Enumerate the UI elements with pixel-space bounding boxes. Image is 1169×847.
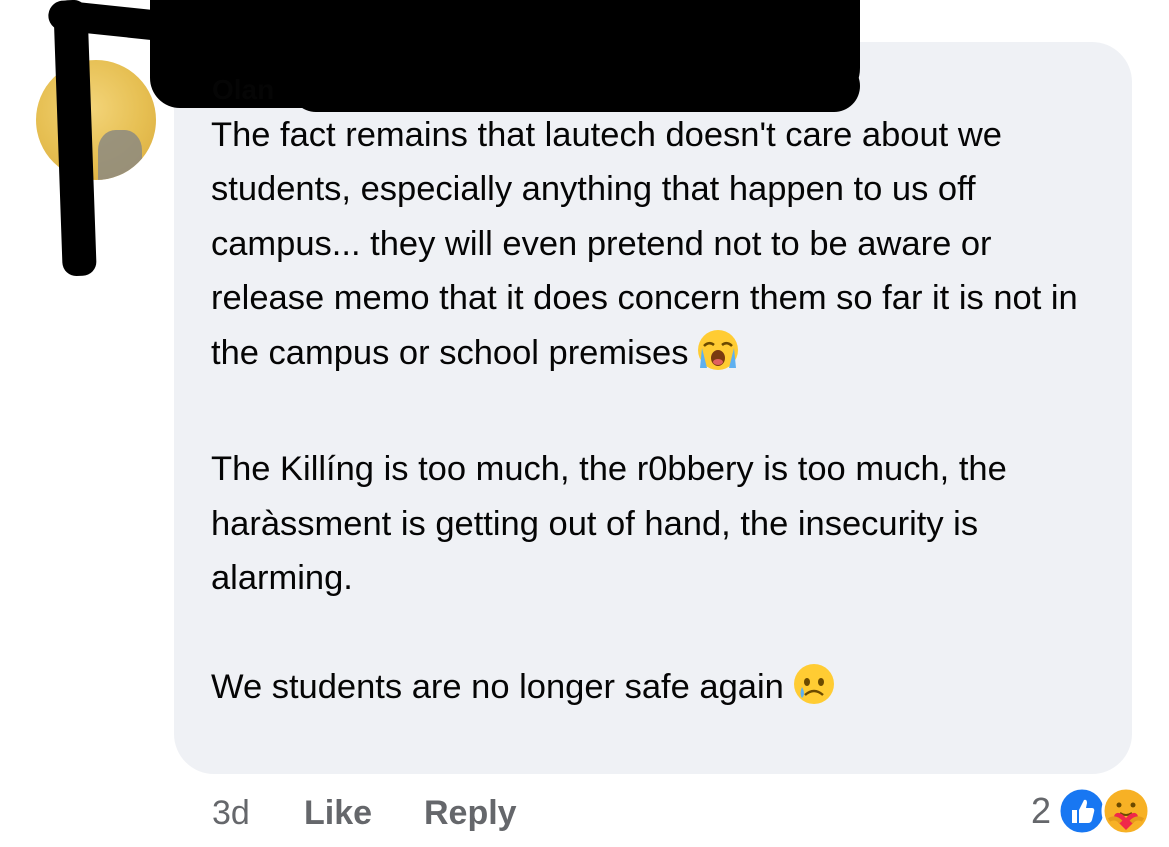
like-button[interactable]: Like bbox=[304, 790, 372, 836]
reply-button[interactable]: Reply bbox=[424, 790, 517, 836]
comment-paragraph-2: The Killíng is too much, the r0bbery is … bbox=[211, 450, 1007, 598]
redaction-mark-vertical bbox=[53, 0, 97, 277]
comment-timestamp[interactable]: 3d bbox=[212, 790, 250, 836]
redaction-mark-name bbox=[290, 60, 860, 112]
reaction-summary[interactable]: 2 bbox=[1031, 784, 1151, 838]
like-reaction-icon bbox=[1057, 786, 1107, 836]
comment-paragraph-1: The fact remains that lautech doesn't ca… bbox=[211, 108, 1111, 388]
care-reaction-icon bbox=[1101, 786, 1151, 836]
reaction-count: 2 bbox=[1030, 790, 1051, 831]
crying-face-icon bbox=[792, 662, 836, 722]
comment-view: Olan The fact remains that lautech doesn… bbox=[0, 0, 1169, 847]
comment-text: The fact remains that lautech doesn't ca… bbox=[211, 108, 1111, 722]
comment-paragraph-1-text: The fact remains that lautech doesn't ca… bbox=[211, 116, 1078, 372]
comment-author[interactable]: Olan bbox=[212, 72, 274, 108]
comment-paragraph-3-text: We students are no longer safe again bbox=[211, 668, 784, 707]
loudly-crying-face-icon bbox=[696, 328, 740, 388]
avatar[interactable] bbox=[36, 60, 156, 180]
avatar-figure bbox=[98, 130, 142, 180]
comment-paragraph-3: We students are no longer safe again bbox=[211, 660, 1111, 722]
